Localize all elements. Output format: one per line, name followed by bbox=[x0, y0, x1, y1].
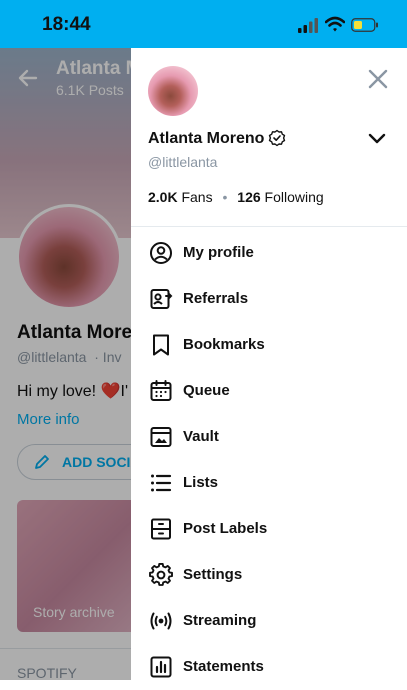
broadcast-icon bbox=[150, 612, 172, 630]
following-count[interactable]: 126 bbox=[237, 189, 260, 205]
menu-item-label: Statements bbox=[183, 658, 264, 675]
menu-item-vault[interactable]: Vault bbox=[131, 414, 407, 460]
menu-item-referrals[interactable]: Referrals bbox=[131, 276, 407, 322]
image-icon bbox=[150, 427, 172, 447]
menu-item-label: Queue bbox=[183, 382, 230, 399]
bookmark-icon bbox=[153, 334, 169, 356]
menu-item-label: Vault bbox=[183, 428, 219, 445]
menu-item-label: Lists bbox=[183, 474, 219, 491]
drawer-avatar[interactable] bbox=[148, 66, 198, 116]
user-circle-icon bbox=[150, 242, 172, 264]
verified-badge-icon bbox=[268, 129, 286, 147]
chevron-down-icon[interactable] bbox=[367, 132, 387, 146]
menu-item-label: Streaming bbox=[183, 612, 257, 629]
wifi-icon bbox=[325, 16, 345, 32]
cellular-signal-icon bbox=[298, 18, 318, 33]
menu-item-label: Referrals bbox=[183, 290, 249, 307]
list-icon bbox=[151, 474, 172, 492]
chart-icon bbox=[150, 656, 172, 678]
menu-item-bookmarks[interactable]: Bookmarks bbox=[131, 322, 407, 368]
menu-item-label: Settings bbox=[183, 566, 243, 583]
gear-icon bbox=[149, 563, 173, 586]
menu-item-post-labels[interactable]: Post Labels bbox=[131, 506, 407, 552]
drawer-user-name[interactable]: Atlanta Moreno bbox=[148, 130, 264, 148]
menu-item-my-profile[interactable]: My profile bbox=[131, 230, 407, 276]
menu-item-label: Post Labels bbox=[183, 520, 268, 537]
fans-label[interactable]: Fans bbox=[181, 189, 212, 205]
drawer-stats: 2.0K Fans • 126 Following bbox=[148, 189, 324, 205]
following-label[interactable]: Following bbox=[265, 189, 324, 205]
menu-item-streaming[interactable]: Streaming bbox=[131, 598, 407, 644]
battery-icon bbox=[351, 18, 378, 32]
side-drawer: Atlanta Moreno @littlelanta 2.0K Fans • … bbox=[131, 48, 407, 680]
calendar-icon bbox=[150, 380, 172, 401]
menu-item-settings[interactable]: Settings bbox=[131, 552, 407, 598]
close-icon[interactable] bbox=[367, 68, 389, 90]
drawer-user-handle: @littlelanta bbox=[148, 154, 218, 170]
menu-item-label: My profile bbox=[183, 244, 254, 261]
status-time: 18:44 bbox=[42, 14, 91, 35]
referrals-icon bbox=[150, 289, 173, 309]
post-labels-icon bbox=[151, 518, 171, 540]
fans-count[interactable]: 2.0K bbox=[148, 189, 178, 205]
status-bar: 18:44 bbox=[0, 0, 407, 48]
menu-item-statements[interactable]: Statements bbox=[131, 644, 407, 690]
drawer-divider bbox=[131, 226, 407, 227]
menu-item-queue[interactable]: Queue bbox=[131, 368, 407, 414]
menu-item-label: Bookmarks bbox=[183, 336, 265, 353]
menu-item-lists[interactable]: Lists bbox=[131, 460, 407, 506]
